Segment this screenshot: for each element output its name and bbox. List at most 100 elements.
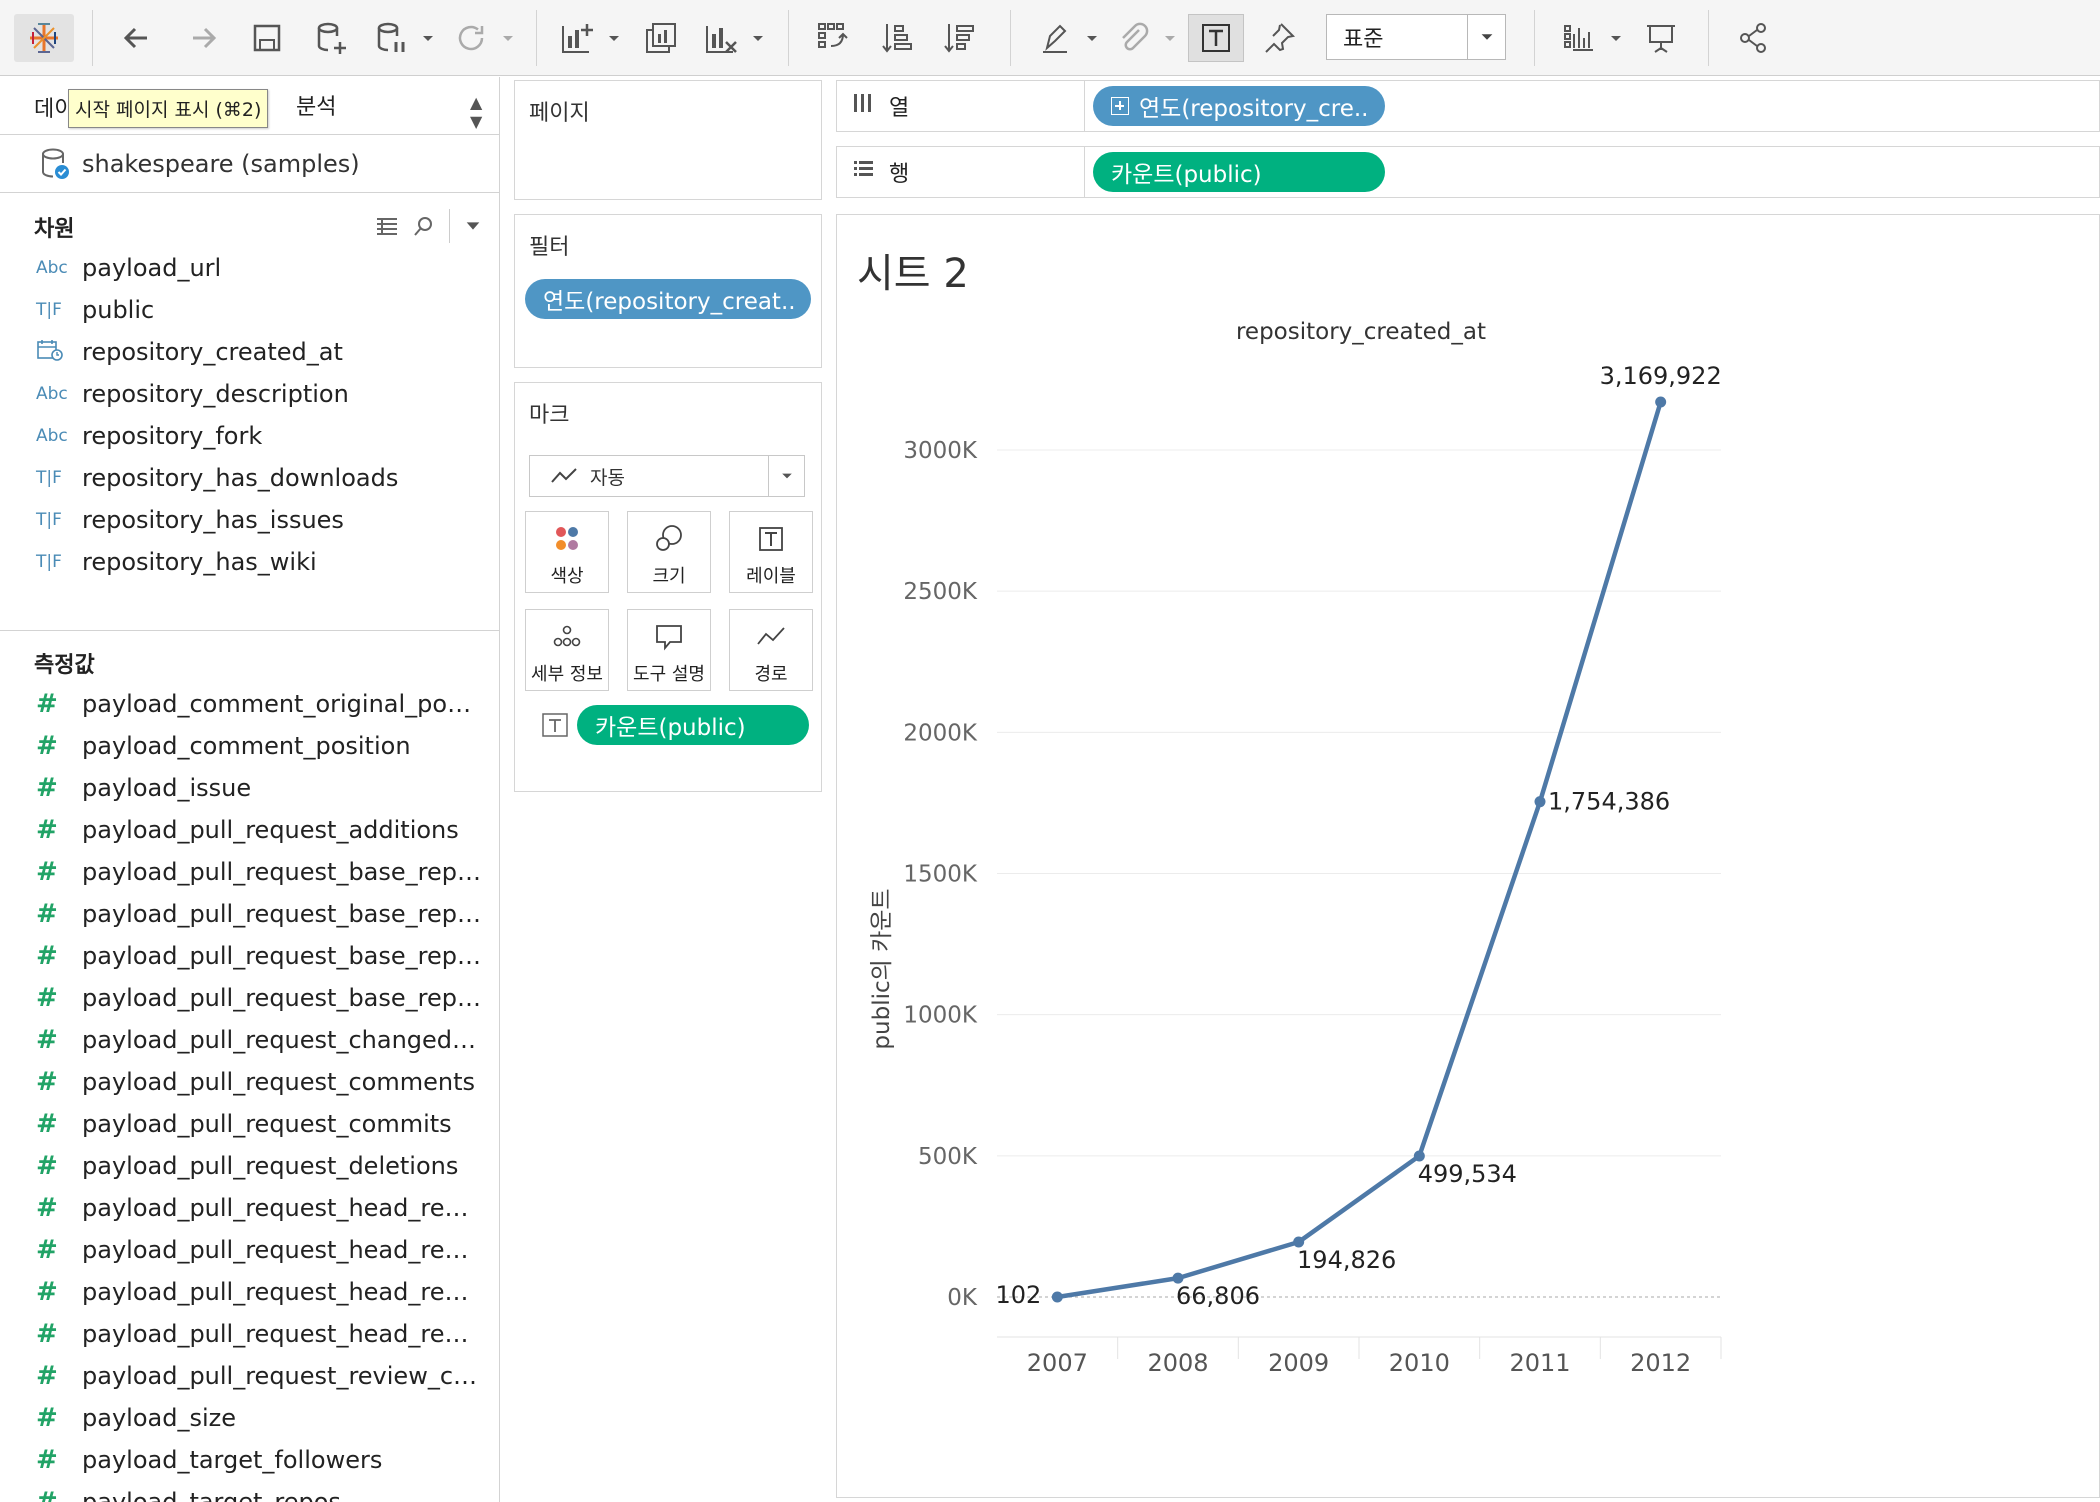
measure-field[interactable]: # payload_pull_request_head_repo...: [0, 1229, 499, 1271]
measure-field[interactable]: # payload_pull_request_additions: [0, 809, 499, 851]
label-encoding-icon: [542, 713, 568, 737]
list-view-icon[interactable]: [375, 216, 399, 236]
field-name: payload_comment_original_positi...: [82, 690, 482, 718]
filters-card[interactable]: 필터 연도(repository_creat..: [514, 214, 822, 368]
label-button[interactable]: 레이블: [729, 511, 813, 593]
mark-type-select[interactable]: 자동: [529, 455, 805, 497]
measure-field[interactable]: # payload_pull_request_deletions: [0, 1145, 499, 1187]
expand-icon[interactable]: [1111, 97, 1129, 115]
field-name: repository_has_issues: [82, 506, 344, 534]
measure-field[interactable]: # payload_comment_position: [0, 725, 499, 767]
columns-shelf[interactable]: 열 연도(repository_cre..: [836, 80, 2100, 132]
show-labels-icon[interactable]: [1188, 14, 1244, 62]
measure-field[interactable]: # payload_size: [0, 1397, 499, 1439]
dropdown-icon[interactable]: [464, 217, 482, 235]
pages-card[interactable]: 페이지: [514, 80, 822, 200]
dimensions-list: Abc payload_url T|F public repository_create…: [0, 247, 499, 631]
presentation-icon[interactable]: [1636, 14, 1686, 62]
datasource-row[interactable]: shakespeare (samples): [0, 135, 499, 193]
measure-field[interactable]: # payload_pull_request_head_repo...: [0, 1271, 499, 1313]
color-button[interactable]: 색상: [525, 511, 609, 593]
tooltip: 시작 페이지 표시 (⌘2): [68, 89, 269, 128]
tableau-logo-icon[interactable]: [14, 14, 74, 62]
forward-icon[interactable]: [178, 14, 228, 62]
search-icon[interactable]: [413, 215, 435, 237]
tooltip-button[interactable]: 도구 설명: [627, 609, 711, 691]
rows-pill[interactable]: 카운트(public): [1093, 152, 1385, 192]
dimension-field[interactable]: T|F repository_has_downloads: [0, 457, 499, 499]
data-pane: 데이 분석 ▲ ▼ 시작 페이지 표시 (⌘2) shakespeare (sam…: [0, 77, 500, 1502]
measure-field[interactable]: # payload_pull_request_commits: [0, 1103, 499, 1145]
filter-pill[interactable]: 연도(repository_creat..: [525, 279, 811, 319]
field-name: payload_pull_request_head_repo...: [82, 1278, 482, 1306]
number-type-icon: #: [36, 689, 58, 719]
duplicate-sheet-icon[interactable]: [636, 14, 686, 62]
field-name: payload_pull_request_base_repo_...: [82, 942, 482, 970]
save-icon[interactable]: [242, 14, 292, 62]
field-name: payload_target_repos: [82, 1488, 341, 1502]
field-name: payload_pull_request_changed_fil...: [82, 1026, 482, 1054]
back-icon[interactable]: [112, 14, 162, 62]
rows-shelf[interactable]: 행 카운트(public): [836, 146, 2100, 198]
filters-title: 필터: [529, 235, 570, 260]
y-axis-title: public의 카운트: [869, 888, 895, 1049]
data-point[interactable]: [1534, 796, 1546, 808]
date-type-icon: [36, 338, 82, 367]
size-button[interactable]: 크기: [627, 511, 711, 593]
refresh-icon[interactable]: [446, 14, 513, 62]
pause-updates-icon[interactable]: [366, 14, 433, 62]
number-type-icon: #: [36, 1319, 58, 1349]
series-line[interactable]: [1056, 401, 1663, 1300]
clear-sheet-icon[interactable]: [696, 14, 763, 62]
dimension-field[interactable]: T|F public: [0, 289, 499, 331]
sort-descending-icon[interactable]: [934, 14, 984, 62]
dimension-field[interactable]: Abc payload_url: [0, 247, 499, 289]
pin-icon[interactable]: [1254, 14, 1304, 62]
data-label: 66,806: [1176, 1282, 1260, 1310]
measure-field[interactable]: # payload_pull_request_comments: [0, 1061, 499, 1103]
rows-pill-label: 카운트(public): [1111, 162, 1262, 188]
measure-field[interactable]: # payload_target_repos: [0, 1481, 499, 1502]
measure-field[interactable]: # payload_pull_request_changed_fil...: [0, 1019, 499, 1061]
label-pill[interactable]: 카운트(public): [577, 705, 809, 745]
path-button[interactable]: 경로: [729, 609, 813, 691]
measure-field[interactable]: # payload_pull_request_base_repo_...: [0, 893, 499, 935]
measure-field[interactable]: # payload_issue: [0, 767, 499, 809]
data-point[interactable]: [1051, 1291, 1063, 1303]
measures-list: # payload_comment_original_positi... # payl…: [0, 683, 499, 1502]
show-me-icon[interactable]: [1554, 14, 1621, 62]
highlight-icon[interactable]: [1030, 14, 1097, 62]
dimension-field[interactable]: repository_created_at: [0, 331, 499, 373]
chevron-down-icon: [1467, 15, 1505, 59]
measure-field[interactable]: # payload_pull_request_base_repo_...: [0, 935, 499, 977]
y-tick-label: 1000K: [903, 1003, 978, 1029]
dimension-field[interactable]: T|F repository_has_wiki: [0, 541, 499, 583]
tab-analysis[interactable]: 분석: [296, 89, 336, 121]
dimension-field[interactable]: Abc repository_description: [0, 373, 499, 415]
sort-arrows-icon[interactable]: ▲ ▼: [470, 93, 482, 131]
measure-field[interactable]: # payload_pull_request_base_repo_...: [0, 851, 499, 893]
measure-field[interactable]: # payload_pull_request_head_repo...: [0, 1187, 499, 1229]
measure-field[interactable]: # payload_comment_original_positi...: [0, 683, 499, 725]
measure-field[interactable]: # payload_target_followers: [0, 1439, 499, 1481]
measure-field[interactable]: # payload_pull_request_head_repo...: [0, 1313, 499, 1355]
filter-pill-label: 연도(repository_creat..: [543, 289, 796, 315]
measure-field[interactable]: # payload_pull_request_base_repo_...: [0, 977, 499, 1019]
group-icon[interactable]: [1108, 14, 1175, 62]
new-worksheet-icon[interactable]: [552, 14, 619, 62]
share-icon[interactable]: [1728, 14, 1778, 62]
detail-button[interactable]: 세부 정보: [525, 609, 609, 691]
number-type-icon: #: [36, 857, 58, 887]
measure-field[interactable]: # payload_pull_request_review_co...: [0, 1355, 499, 1397]
data-point[interactable]: [1655, 396, 1667, 408]
columns-pill[interactable]: 연도(repository_cre..: [1093, 86, 1385, 126]
dimension-field[interactable]: Abc repository_fork: [0, 415, 499, 457]
sort-ascending-icon[interactable]: [872, 14, 922, 62]
fit-standard-select[interactable]: 표준: [1326, 14, 1506, 60]
add-datasource-icon[interactable]: [306, 14, 356, 62]
data-label: 194,826: [1297, 1246, 1396, 1274]
swap-axes-icon[interactable]: [808, 14, 858, 62]
boolean-type-icon: T|F: [36, 510, 62, 530]
field-name: payload_pull_request_commits: [82, 1110, 452, 1138]
dimension-field[interactable]: T|F repository_has_issues: [0, 499, 499, 541]
